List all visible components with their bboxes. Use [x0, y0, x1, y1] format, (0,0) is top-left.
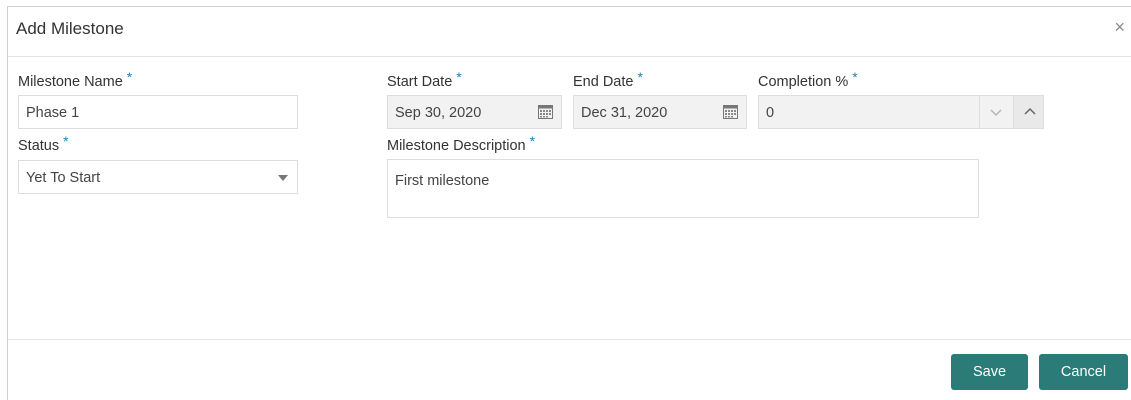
- increment-button[interactable]: [1013, 95, 1044, 129]
- chevron-up-icon: [1024, 107, 1036, 115]
- status-select[interactable]: Yet To Start: [18, 160, 298, 194]
- save-button[interactable]: Save: [951, 354, 1028, 390]
- completion-value: 0: [766, 105, 775, 121]
- footer-divider: [8, 339, 1131, 340]
- required-marker: *: [529, 133, 536, 149]
- decrement-button[interactable]: [979, 95, 1013, 129]
- milestone-name-value: Phase 1: [26, 105, 80, 121]
- close-icon[interactable]: ×: [1114, 17, 1125, 38]
- required-marker: *: [852, 69, 858, 85]
- start-date-input[interactable]: Sep 30, 2020: [387, 95, 562, 129]
- dialog-header: Add Milestone ×: [8, 7, 1131, 57]
- required-marker: *: [126, 69, 133, 85]
- status-value: Yet To Start: [26, 170, 101, 186]
- required-marker: *: [637, 69, 643, 85]
- status-label: Status *: [18, 133, 69, 154]
- completion-input[interactable]: 0: [758, 95, 979, 129]
- description-label-text: Milestone Description: [387, 138, 526, 154]
- completion-label-text: Completion %: [758, 74, 849, 90]
- cancel-button[interactable]: Cancel: [1039, 354, 1128, 390]
- description-value: First milestone: [395, 173, 490, 189]
- milestone-name-input[interactable]: Phase 1: [18, 95, 298, 129]
- description-textarea[interactable]: First milestone: [387, 159, 979, 218]
- required-marker: *: [63, 133, 69, 149]
- chevron-down-icon: [990, 109, 1002, 117]
- start-date-label: Start Date *: [387, 69, 462, 90]
- start-date-value: Sep 30, 2020: [395, 105, 482, 121]
- calendar-icon[interactable]: [723, 104, 738, 119]
- dialog-title: Add Milestone: [16, 19, 124, 38]
- end-date-label-text: End Date: [573, 74, 634, 90]
- required-marker: *: [456, 69, 462, 85]
- end-date-value: Dec 31, 2020: [581, 105, 668, 121]
- end-date-label: End Date *: [573, 69, 643, 90]
- milestone-name-label: Milestone Name *: [18, 69, 132, 90]
- calendar-icon[interactable]: [538, 104, 553, 119]
- description-label: Milestone Description *: [387, 133, 535, 154]
- add-milestone-dialog: Add Milestone × Milestone Name * Phase 1 …: [7, 6, 1131, 400]
- dropdown-arrow-icon: [278, 175, 288, 181]
- completion-label: Completion % *: [758, 69, 858, 90]
- start-date-label-text: Start Date: [387, 74, 453, 90]
- milestone-name-label-text: Milestone Name: [18, 74, 123, 90]
- end-date-input[interactable]: Dec 31, 2020: [573, 95, 747, 129]
- status-label-text: Status: [18, 138, 60, 154]
